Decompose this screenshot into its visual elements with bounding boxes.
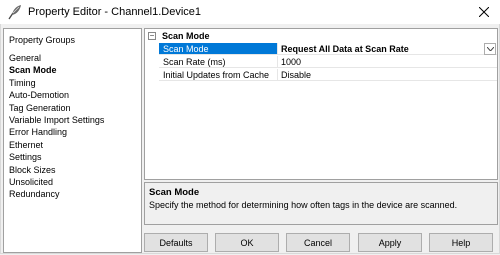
row-gutter (145, 56, 159, 69)
section-header: − Scan Mode (145, 29, 497, 43)
property-groups-panel: Property Groups General Scan Mode Timing… (3, 28, 142, 253)
group-item-ethernet[interactable]: Ethernet (9, 139, 104, 151)
chevron-down-icon[interactable] (484, 43, 496, 55)
window-title: Property Editor - Channel1.Device1 (28, 6, 202, 18)
property-row-initial-updates[interactable]: Initial Updates from Cache Disable (145, 69, 497, 82)
row-gutter (145, 69, 159, 82)
property-value[interactable]: 1000 (278, 56, 497, 68)
description-title: Scan Mode (149, 187, 200, 198)
property-name[interactable]: Scan Mode (159, 43, 278, 55)
group-item-settings[interactable]: Settings (9, 151, 104, 163)
group-item-timing[interactable]: Timing (9, 77, 104, 89)
group-item-error-handling[interactable]: Error Handling (9, 126, 104, 138)
title-bar: Property Editor - Channel1.Device1 (0, 0, 500, 24)
feather-icon (7, 4, 23, 20)
property-name[interactable]: Initial Updates from Cache (159, 69, 278, 81)
property-groups-list: General Scan Mode Timing Auto-Demotion T… (9, 52, 104, 201)
apply-button[interactable]: Apply (358, 233, 422, 252)
property-name[interactable]: Scan Rate (ms) (159, 56, 278, 68)
section-title: Scan Mode (162, 31, 210, 41)
description-panel: Scan Mode Specify the method for determi… (144, 182, 498, 225)
property-value[interactable]: Disable (278, 69, 497, 81)
property-row-scan-rate[interactable]: Scan Rate (ms) 1000 (145, 56, 497, 69)
defaults-button[interactable]: Defaults (144, 233, 208, 252)
scan-mode-select[interactable]: Request All Data at Scan Rate (278, 43, 497, 55)
group-item-general[interactable]: General (9, 52, 104, 64)
group-item-auto-demotion[interactable]: Auto-Demotion (9, 89, 104, 101)
group-item-block-sizes[interactable]: Block Sizes (9, 164, 104, 176)
row-gutter (145, 43, 159, 56)
property-row-scan-mode[interactable]: Scan Mode Request All Data at Scan Rate (145, 43, 497, 56)
group-item-variable-import-settings[interactable]: Variable Import Settings (9, 114, 104, 126)
group-item-tag-generation[interactable]: Tag Generation (9, 102, 104, 114)
ok-button[interactable]: OK (215, 233, 279, 252)
close-icon[interactable] (468, 0, 500, 24)
property-value: Request All Data at Scan Rate (281, 44, 409, 54)
property-groups-header: Property Groups (9, 35, 76, 45)
group-item-redundancy[interactable]: Redundancy (9, 188, 104, 200)
collapse-icon[interactable]: − (148, 32, 156, 40)
group-item-unsolicited[interactable]: Unsolicited (9, 176, 104, 188)
description-text: Specify the method for determining how o… (149, 200, 458, 210)
cancel-button[interactable]: Cancel (286, 233, 350, 252)
group-item-scan-mode[interactable]: Scan Mode (9, 64, 104, 76)
property-grid: − Scan Mode Scan Mode Request All Data a… (144, 28, 498, 180)
help-button[interactable]: Help (429, 233, 493, 252)
